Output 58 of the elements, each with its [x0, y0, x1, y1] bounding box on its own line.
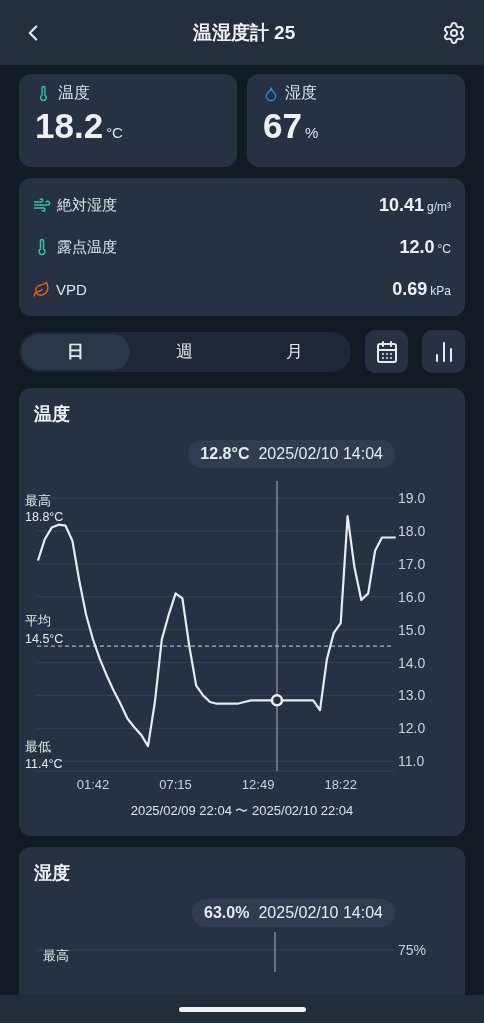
y-axis-label: 13.0: [398, 687, 426, 704]
detail-label: VPD: [56, 280, 87, 298]
settings-button[interactable]: [442, 20, 466, 45]
selected-point-marker[interactable]: [270, 694, 284, 707]
reading-unit: %: [304, 124, 319, 141]
max-label: 最高: [43, 949, 69, 963]
average-value: 14.5°C: [25, 632, 64, 646]
leaf-icon: [33, 280, 50, 298]
y-axis-label: 11.0: [398, 753, 425, 770]
y-axis-label: 17.0: [398, 555, 426, 572]
period-tab[interactable]: 週: [130, 333, 240, 370]
calendar-button[interactable]: [365, 330, 408, 373]
max-label: 最高: [25, 494, 51, 508]
home-indicator[interactable]: [178, 1006, 306, 1012]
crosshair-line: [274, 932, 276, 972]
y-axis-label: 18.0: [398, 522, 426, 539]
detail-value: 12.0: [399, 236, 435, 258]
date-range: 2025/02/09 22:04 〜 2025/02/10 22:04: [129, 802, 355, 820]
detail-value: 0.69: [392, 278, 428, 300]
min-value: 11.4°C: [25, 757, 63, 771]
x-axis-label: 18:22: [324, 777, 357, 793]
max-value: 18.8°C: [25, 510, 64, 524]
device-title: 温湿度計 25: [192, 20, 296, 45]
detail-unit: °C: [437, 241, 451, 256]
x-axis-label: 01:42: [76, 777, 110, 793]
bar-chart-button[interactable]: [422, 330, 465, 373]
calendar-icon: [374, 339, 399, 364]
tooltip-time: 2025/02/10 14:04: [258, 904, 383, 922]
settings-icon: [442, 20, 466, 45]
tooltip-value: 63.0%: [204, 904, 250, 922]
min-label: 最低: [25, 740, 51, 754]
period-tab[interactable]: 月: [239, 333, 349, 370]
reading-value: 67: [263, 106, 302, 146]
detail-unit: g/m³: [427, 199, 451, 214]
average-label: 平均: [25, 614, 51, 628]
tooltip-value: 12.8°C: [200, 445, 250, 463]
y-axis-label: 75%: [398, 942, 427, 958]
reading-value: 18.2: [35, 106, 104, 146]
detail-value: 10.41: [378, 194, 424, 216]
y-axis-label: 15.0: [398, 621, 426, 638]
y-axis-label: 12.0: [398, 720, 426, 737]
card-title: 温度: [33, 403, 71, 426]
detail-label: 露点温度: [57, 237, 117, 257]
x-axis-label: 07:15: [159, 777, 192, 793]
x-axis-label: 12:49: [241, 777, 275, 793]
reading-label: 湿度: [285, 83, 317, 103]
card-title: 湿度: [33, 862, 71, 885]
y-axis-label: 19.0: [398, 490, 426, 507]
tooltip-time: 2025/02/10 14:04: [258, 445, 383, 463]
droplet-icon: [263, 85, 279, 102]
detail-label: 絶対湿度: [57, 195, 117, 215]
y-axis-label: 16.0: [398, 588, 426, 605]
detail-unit: kPa: [430, 283, 451, 298]
y-axis-label: 14.0: [398, 654, 426, 671]
reading-label: 温度: [58, 83, 90, 103]
reading-unit: °C: [106, 124, 123, 141]
period-tab[interactable]: 日: [21, 333, 131, 370]
wind-icon: [33, 196, 51, 214]
